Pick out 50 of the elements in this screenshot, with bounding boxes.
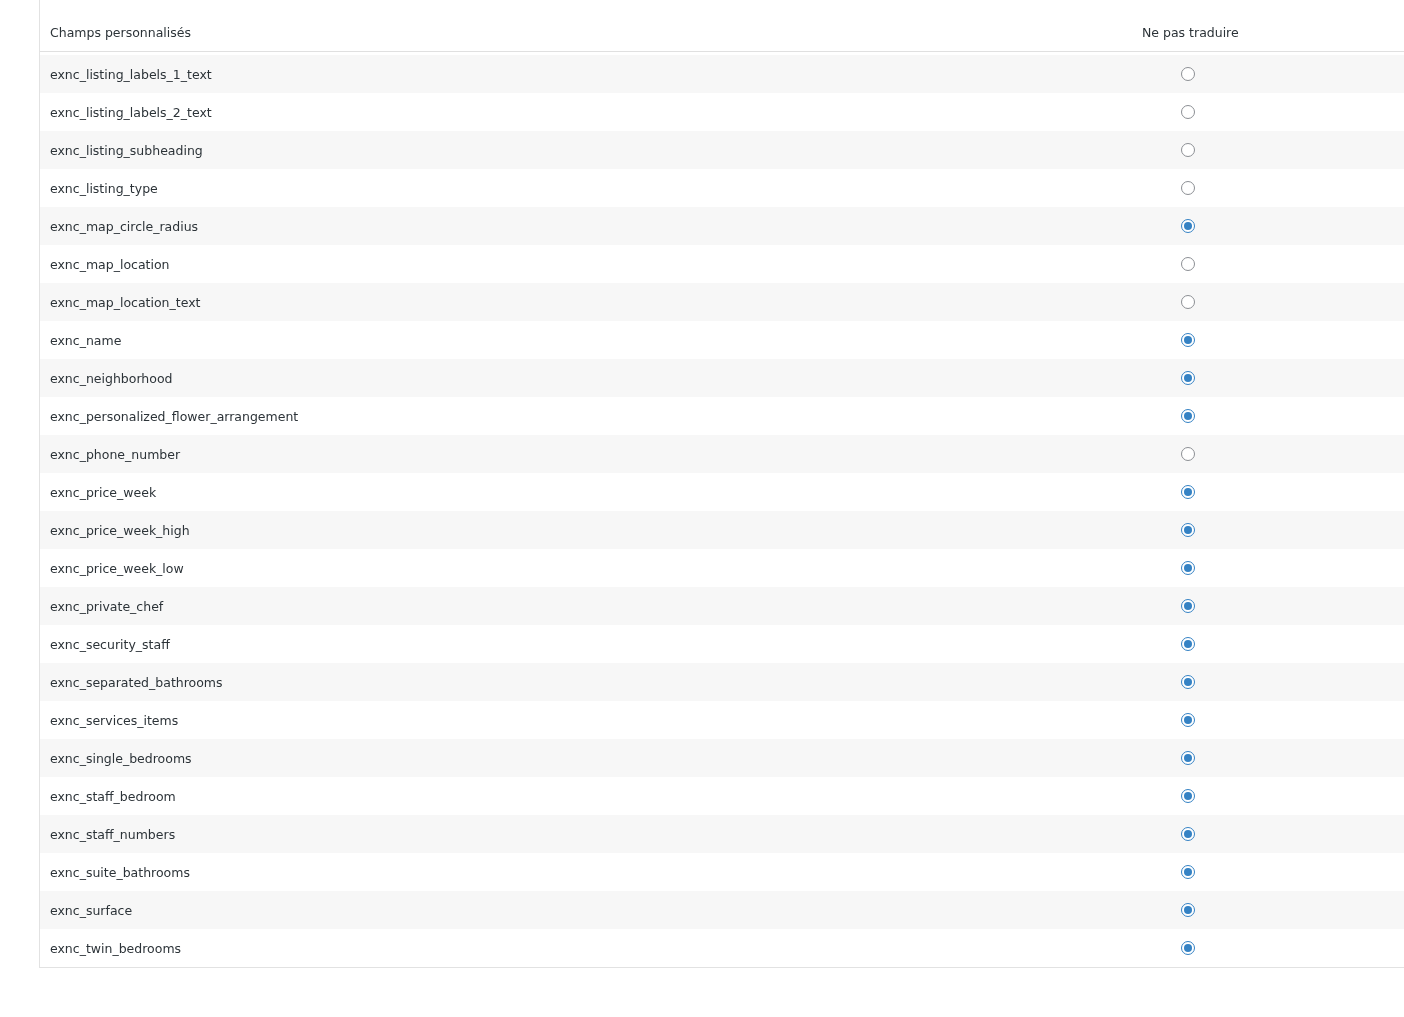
do-not-translate-checkbox[interactable] — [1181, 865, 1195, 879]
do-not-translate-checkbox[interactable] — [1181, 105, 1195, 119]
do-not-translate-checkbox[interactable] — [1181, 941, 1195, 955]
do-not-translate-checkbox[interactable] — [1181, 903, 1195, 917]
field-name: exnc_private_chef — [49, 598, 164, 614]
do-not-translate-checkbox[interactable] — [1181, 561, 1195, 575]
field-name: exnc_suite_bathrooms — [49, 864, 190, 880]
field-name: exnc_staff_bedroom — [49, 788, 176, 804]
field-name: exnc_security_staff — [49, 636, 170, 652]
field-name: exnc_price_week — [49, 484, 157, 500]
field-name: exnc_services_items — [49, 712, 179, 728]
do-not-translate-checkbox[interactable] — [1181, 295, 1195, 309]
do-not-translate-checkbox[interactable] — [1181, 143, 1195, 157]
do-not-translate-checkbox[interactable] — [1181, 485, 1195, 499]
field-name: exnc_listing_labels_2_text — [49, 104, 212, 120]
field-name: exnc_name — [49, 332, 122, 348]
column-header: Champs personnalisés — [49, 25, 191, 40]
do-not-translate-checkbox[interactable] — [1181, 751, 1195, 765]
field-name: exnc_neighborhood — [49, 370, 173, 386]
field-name: exnc_price_week_high — [49, 522, 190, 538]
do-not-translate-checkbox[interactable] — [1181, 713, 1195, 727]
do-not-translate-checkbox[interactable] — [1181, 181, 1195, 195]
field-name: exnc_surface — [49, 902, 133, 918]
field-name: exnc_listing_type — [49, 180, 158, 196]
field-name: exnc_map_circle_radius — [49, 218, 199, 234]
field-name: exnc_staff_numbers — [49, 826, 176, 842]
do-not-translate-checkbox[interactable] — [1181, 67, 1195, 81]
do-not-translate-checkbox[interactable] — [1181, 447, 1195, 461]
do-not-translate-checkbox[interactable] — [1181, 409, 1195, 423]
field-name: exnc_phone_number — [49, 446, 181, 462]
column-header: Ne pas traduire — [1142, 25, 1239, 40]
field-name: exnc_separated_bathrooms — [49, 674, 223, 690]
do-not-translate-checkbox[interactable] — [1181, 333, 1195, 347]
do-not-translate-checkbox[interactable] — [1181, 257, 1195, 271]
do-not-translate-checkbox[interactable] — [1181, 827, 1195, 841]
do-not-translate-checkbox[interactable] — [1181, 675, 1195, 689]
field-name: exnc_personalized_flower_arrangement — [49, 408, 299, 424]
field-name: exnc_map_location — [49, 256, 170, 272]
field-name: exnc_twin_bedrooms — [49, 940, 182, 956]
do-not-translate-checkbox[interactable] — [1181, 219, 1195, 233]
field-name: exnc_listing_subheading — [49, 142, 203, 158]
do-not-translate-checkbox[interactable] — [1181, 523, 1195, 537]
do-not-translate-checkbox[interactable] — [1181, 789, 1195, 803]
do-not-translate-checkbox[interactable] — [1181, 599, 1195, 613]
do-not-translate-checkbox[interactable] — [1181, 637, 1195, 651]
field-name: exnc_map_location_text — [49, 294, 201, 310]
do-not-translate-checkbox[interactable] — [1181, 371, 1195, 385]
field-name: exnc_price_week_low — [49, 560, 184, 576]
field-name: exnc_listing_labels_1_text — [49, 66, 212, 82]
field-name: exnc_single_bedrooms — [49, 750, 192, 766]
